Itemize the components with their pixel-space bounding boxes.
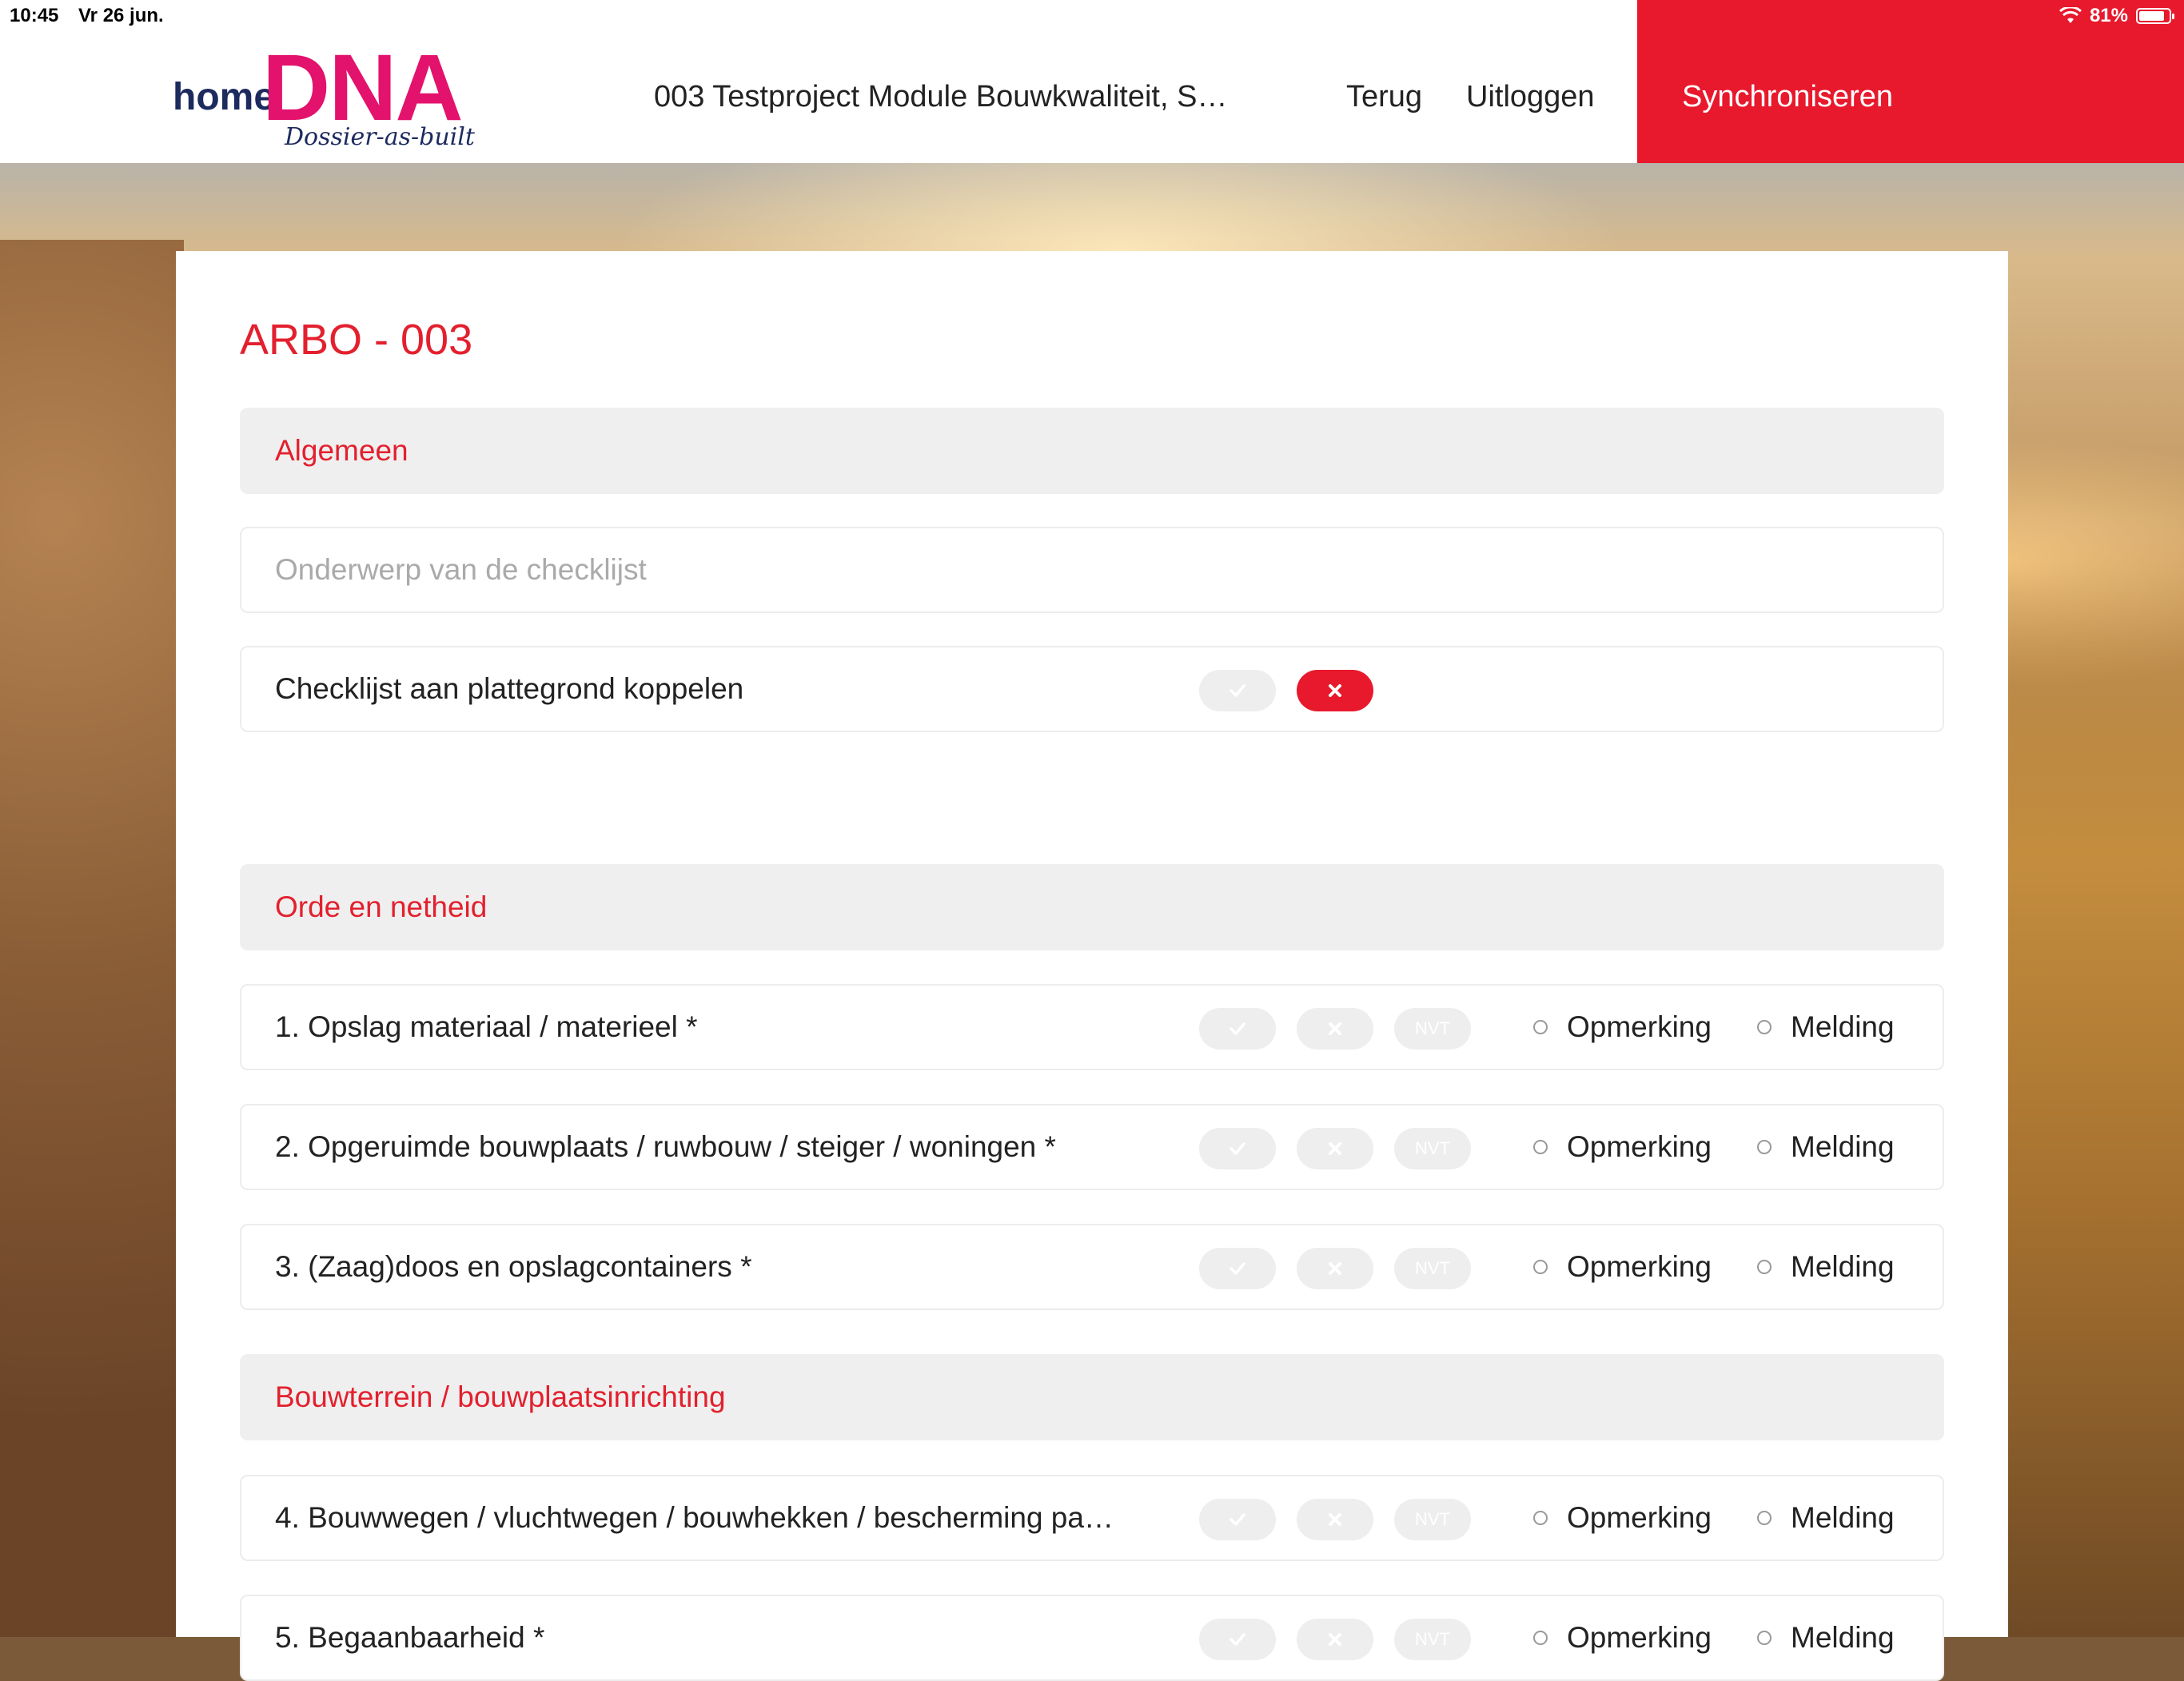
radio-circle-icon [1757, 1631, 1772, 1645]
report-option[interactable]: Melding [1757, 1596, 1895, 1679]
close-icon [1329, 684, 1341, 697]
remark-label: Opmerking [1567, 1250, 1712, 1283]
checklist-item-label: 5. Begaanbaarheid * [275, 1621, 545, 1654]
remark-label: Opmerking [1567, 1010, 1712, 1043]
close-icon [1329, 1022, 1341, 1035]
checklist-card: ARBO - 003 Algemeen Onderwerp van de che… [176, 251, 2008, 1681]
check-icon [1229, 1262, 1245, 1275]
logo-home-text: home [173, 76, 276, 118]
remark-option[interactable]: Opmerking [1533, 1225, 1712, 1309]
report-label: Melding [1791, 1130, 1895, 1163]
report-label: Melding [1791, 1621, 1895, 1654]
close-icon [1329, 1633, 1341, 1646]
approve-button[interactable] [1199, 1248, 1276, 1289]
link-plan-row: Checklijst aan plattegrond koppelen [240, 646, 1944, 732]
remark-option[interactable]: Opmerking [1533, 1476, 1712, 1560]
report-option[interactable]: Melding [1757, 1105, 1895, 1189]
radio-circle-icon [1533, 1140, 1548, 1154]
project-title[interactable]: 003 Testproject Module Bouwkwaliteit, S… [654, 80, 1227, 114]
reject-button[interactable] [1297, 1008, 1373, 1050]
status-date: Vr 26 jun. [78, 5, 164, 26]
checklist-item-label: 2. Opgeruimde bouwplaats / ruwbouw / ste… [275, 1130, 1056, 1163]
checklist-item-label: 1. Opslag materiaal / materieel * [275, 1010, 698, 1043]
checklist-item-label: 3. (Zaag)doos en opslagcontainers * [275, 1250, 752, 1283]
subject-field[interactable]: Onderwerp van de checklijst [240, 527, 1944, 613]
remark-option[interactable]: Opmerking [1533, 986, 1712, 1069]
close-icon [1329, 1513, 1341, 1526]
background-sand-pile [0, 240, 184, 1637]
checklist-item-1: 1. Opslag materiaal / materieel * NVT Op… [240, 984, 1944, 1070]
report-label: Melding [1791, 1010, 1895, 1043]
report-option[interactable]: Melding [1757, 1476, 1895, 1560]
approve-button[interactable] [1199, 1619, 1276, 1660]
back-link[interactable]: Terug [1346, 80, 1422, 114]
check-icon [1229, 1022, 1245, 1035]
homedna-logo: home DNA Dossier-as-built [173, 35, 476, 158]
approve-button[interactable] [1199, 1128, 1276, 1169]
wifi-icon [2058, 7, 2082, 23]
nvt-button[interactable]: NVT [1394, 1619, 1471, 1660]
radio-circle-icon [1757, 1140, 1772, 1154]
radio-circle-icon [1533, 1020, 1548, 1034]
report-option[interactable]: Melding [1757, 1225, 1895, 1309]
check-icon [1229, 1142, 1245, 1155]
approve-button[interactable] [1199, 1499, 1276, 1540]
check-icon [1229, 684, 1245, 697]
reject-button[interactable] [1297, 1499, 1373, 1540]
remark-label: Opmerking [1567, 1130, 1712, 1163]
check-icon [1229, 1633, 1245, 1646]
page-title: ARBO - 003 [240, 316, 473, 364]
nvt-button[interactable]: NVT [1394, 1128, 1471, 1169]
section-header-orde-en-netheid: Orde en netheid [240, 864, 1944, 950]
link-plan-yes-button[interactable] [1199, 670, 1276, 711]
remark-option[interactable]: Opmerking [1533, 1105, 1712, 1189]
report-option[interactable]: Melding [1757, 986, 1895, 1069]
section-header-algemeen: Algemeen [240, 408, 1944, 494]
battery-percent: 81% [2089, 5, 2128, 26]
section-header-bouwterrein: Bouwterrein / bouwplaatsinrichting [240, 1354, 1944, 1440]
reject-button[interactable] [1297, 1128, 1373, 1169]
checklist-item-4: 4. Bouwwegen / vluchtwegen / bouwhekken … [240, 1475, 1944, 1561]
reject-button[interactable] [1297, 1248, 1373, 1289]
status-time: 10:45 [10, 5, 59, 26]
subject-placeholder: Onderwerp van de checklijst [275, 553, 647, 586]
report-label: Melding [1791, 1501, 1895, 1534]
nvt-button[interactable]: NVT [1394, 1008, 1471, 1050]
nvt-button[interactable]: NVT [1394, 1499, 1471, 1540]
radio-circle-icon [1757, 1511, 1772, 1525]
close-icon [1329, 1142, 1341, 1155]
reject-button[interactable] [1297, 1619, 1373, 1660]
logout-link[interactable]: Uitloggen [1466, 80, 1595, 114]
nvt-button[interactable]: NVT [1394, 1248, 1471, 1289]
checklist-item-3: 3. (Zaag)doos en opslagcontainers * NVT … [240, 1224, 1944, 1310]
close-icon [1329, 1262, 1341, 1275]
link-plan-label: Checklijst aan plattegrond koppelen [275, 672, 744, 705]
link-plan-no-button[interactable] [1297, 670, 1373, 711]
status-right: 81% [2058, 5, 2174, 27]
background-excavator [1992, 520, 2184, 1637]
battery-icon [2136, 8, 2174, 24]
remark-option[interactable]: Opmerking [1533, 1596, 1712, 1679]
radio-circle-icon [1533, 1511, 1548, 1525]
radio-circle-icon [1533, 1631, 1548, 1645]
radio-circle-icon [1757, 1260, 1772, 1274]
checklist-item-5: 5. Begaanbaarheid * NVT Opmerking Meldin… [240, 1595, 1944, 1681]
checklist-item-2: 2. Opgeruimde bouwplaats / ruwbouw / ste… [240, 1104, 1944, 1190]
approve-button[interactable] [1199, 1008, 1276, 1050]
check-icon [1229, 1513, 1245, 1526]
report-label: Melding [1791, 1250, 1895, 1283]
status-bar: 10:45 Vr 26 jun. 81% [0, 0, 2184, 32]
logo-tagline: Dossier-as-built [285, 123, 475, 151]
checklist-item-label: 4. Bouwwegen / vluchtwegen / bouwhekken … [275, 1501, 1114, 1534]
remark-label: Opmerking [1567, 1501, 1712, 1534]
radio-circle-icon [1533, 1260, 1548, 1274]
remark-label: Opmerking [1567, 1621, 1712, 1654]
radio-circle-icon [1757, 1020, 1772, 1034]
